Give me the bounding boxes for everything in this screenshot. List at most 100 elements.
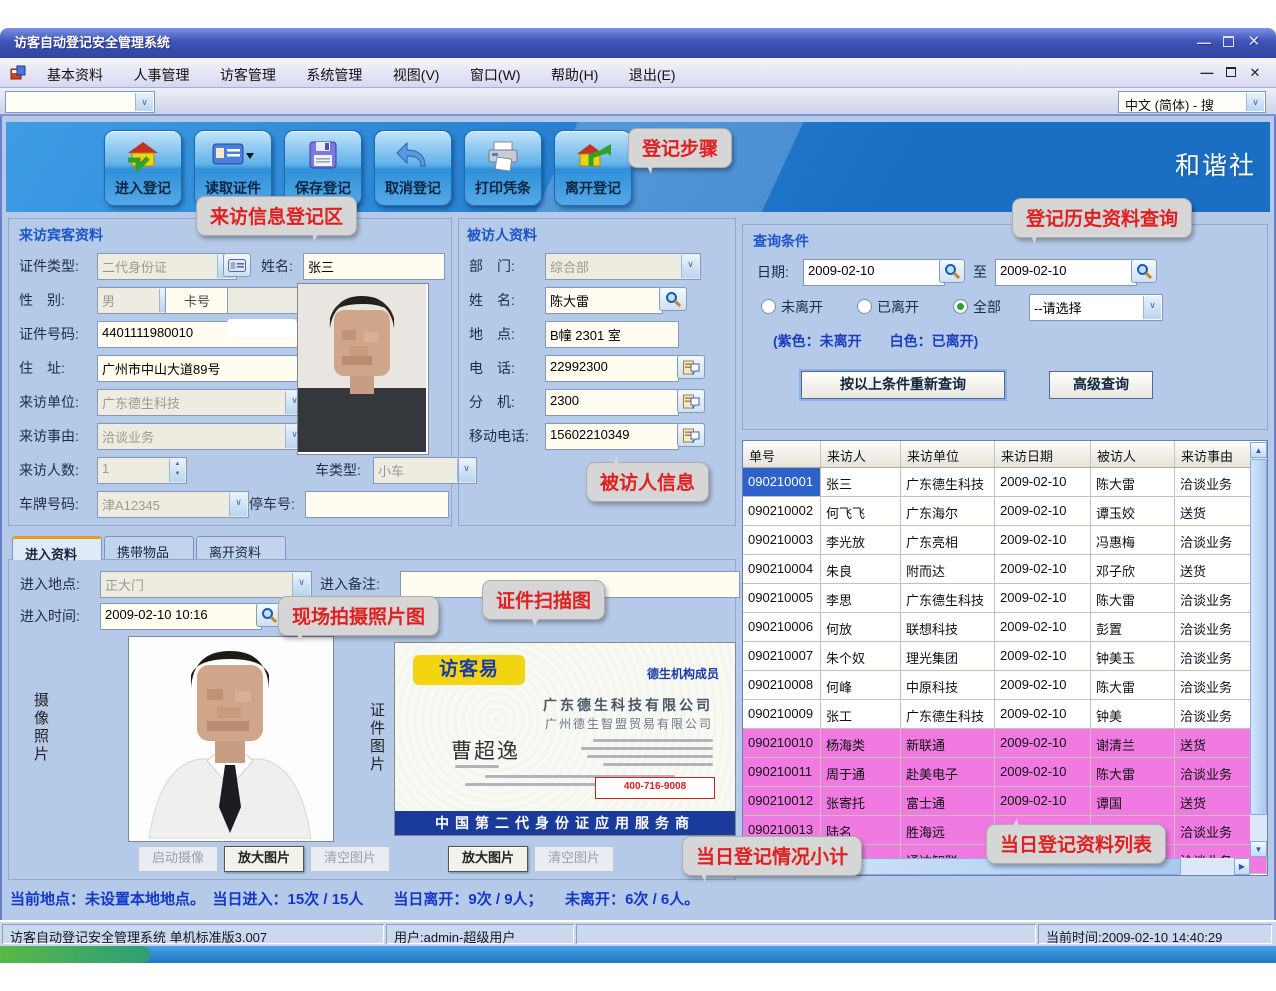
menu-view[interactable]: 视图(V) bbox=[380, 58, 453, 85]
radio-left[interactable]: 已离开 bbox=[857, 297, 919, 315]
table-header-cell[interactable]: 单号 bbox=[743, 441, 821, 467]
menu-basic-data[interactable]: 基本资料 bbox=[34, 58, 116, 85]
table-row[interactable]: 090210003李光放广东亮相2009-02-10冯惠梅洽谈业务 bbox=[743, 526, 1267, 555]
table-cell[interactable]: 李思 bbox=[821, 584, 901, 612]
scroll-right-icon[interactable]: ▶ bbox=[1234, 858, 1250, 875]
table-cell[interactable]: 090210011 bbox=[743, 758, 821, 786]
table-cell[interactable]: 2009-02-10 bbox=[995, 613, 1091, 641]
close-icon[interactable]: ✕ bbox=[1244, 35, 1264, 51]
search-person-button[interactable] bbox=[659, 287, 687, 311]
table-cell[interactable]: 2009-02-10 bbox=[995, 729, 1091, 757]
table-cell[interactable]: 附而达 bbox=[901, 555, 995, 583]
table-cell[interactable]: 陈大雷 bbox=[1091, 584, 1175, 612]
table-header-cell[interactable]: 来访单位 bbox=[901, 441, 995, 467]
menu-exit[interactable]: 退出(E) bbox=[616, 58, 689, 85]
table-row[interactable]: 090210011周于通赴美电子2009-02-10陈大雷洽谈业务 bbox=[743, 758, 1267, 787]
tab-carried-items[interactable]: 携带物品 bbox=[104, 536, 194, 560]
cert-type-combobox[interactable]: 二代身份证∨ bbox=[97, 253, 237, 280]
table-cell[interactable]: 2009-02-10 bbox=[995, 642, 1091, 670]
clear-cert-button[interactable]: 清空图片 bbox=[534, 846, 614, 872]
tab-entry-info[interactable]: 进入资料 bbox=[12, 536, 102, 560]
table-row[interactable]: 090210007朱个奴理光集团2009-02-10钟美玉洽谈业务 bbox=[743, 642, 1267, 671]
mobile-field[interactable]: 15602210349 bbox=[545, 423, 679, 450]
radio-all[interactable]: 全部 bbox=[953, 297, 1001, 315]
notify-mobile-button[interactable] bbox=[677, 423, 705, 447]
address-field[interactable]: 广州市中山大道89号 bbox=[97, 355, 299, 382]
table-cell[interactable]: 何放 bbox=[821, 613, 901, 641]
table-cell[interactable]: 090210002 bbox=[743, 497, 821, 525]
minimize-icon[interactable]: — bbox=[1194, 35, 1214, 51]
table-cell[interactable]: 朱良 bbox=[821, 555, 901, 583]
table-header-cell[interactable]: 来访人 bbox=[821, 441, 901, 467]
vertical-scroll-thumb[interactable] bbox=[1250, 459, 1267, 815]
clear-photo-button[interactable]: 清空图片 bbox=[310, 846, 390, 872]
phone-field[interactable]: 22992300 bbox=[545, 355, 679, 382]
ext-field[interactable]: 2300 bbox=[545, 389, 679, 416]
leave-register-button[interactable]: 离开登记 bbox=[554, 130, 632, 206]
table-cell[interactable]: 广东德生科技 bbox=[901, 468, 995, 496]
table-cell[interactable]: 090210009 bbox=[743, 700, 821, 728]
table-cell[interactable]: 钟美 bbox=[1091, 700, 1175, 728]
table-cell[interactable]: 2009-02-10 bbox=[995, 497, 1091, 525]
enter-register-button[interactable]: 进入登记 bbox=[104, 130, 182, 206]
table-cell[interactable]: 2009-02-10 bbox=[995, 700, 1091, 728]
table-cell[interactable]: 钟美玉 bbox=[1091, 642, 1175, 670]
notify-phone-button[interactable] bbox=[677, 355, 705, 379]
print-ticket-button[interactable]: 打印凭条 bbox=[464, 130, 542, 206]
card-no-field[interactable] bbox=[227, 287, 299, 314]
table-row[interactable]: 090210002何飞飞广东海尔2009-02-10谭玉姣送货 bbox=[743, 497, 1267, 526]
plate-combobox[interactable]: 津A12345∨ bbox=[97, 491, 249, 518]
table-cell[interactable]: 2009-02-10 bbox=[995, 584, 1091, 612]
table-cell[interactable]: 邓子欣 bbox=[1091, 555, 1175, 583]
chevron-down-icon[interactable]: ∨ bbox=[1246, 93, 1264, 111]
table-cell[interactable]: 090210012 bbox=[743, 787, 821, 815]
chevron-down-icon[interactable]: ∨ bbox=[135, 93, 153, 111]
company-combobox[interactable]: 广东德生科技∨ bbox=[97, 389, 305, 416]
table-cell[interactable]: 张工 bbox=[821, 700, 901, 728]
zoom-cert-button[interactable]: 放大图片 bbox=[448, 846, 528, 872]
dept-combobox[interactable]: 综合部∨ bbox=[545, 253, 701, 280]
menu-window[interactable]: 窗口(W) bbox=[457, 58, 534, 85]
spinner-arrows-icon[interactable]: ▲▼ bbox=[169, 459, 185, 482]
table-cell[interactable]: 2009-02-10 bbox=[995, 468, 1091, 496]
table-row[interactable]: 090210006何放联想科技2009-02-10彭置洽谈业务 bbox=[743, 613, 1267, 642]
table-cell[interactable]: 杨海类 bbox=[821, 729, 901, 757]
table-row[interactable]: 090210009张工广东德生科技2009-02-10钟美洽谈业务 bbox=[743, 700, 1267, 729]
language-bar[interactable]: 中文 (简体) - 搜 ∨ bbox=[1118, 91, 1266, 113]
date-to-picker-button[interactable] bbox=[1131, 259, 1157, 283]
entry-place-combobox[interactable]: 正大门∨ bbox=[100, 571, 312, 598]
restore-icon[interactable] bbox=[1218, 35, 1238, 51]
visitor-name-field[interactable]: 张三 bbox=[303, 253, 445, 280]
table-cell[interactable]: 赴美电子 bbox=[901, 758, 995, 786]
menu-hr[interactable]: 人事管理 bbox=[120, 58, 202, 85]
table-cell[interactable]: 理光集团 bbox=[901, 642, 995, 670]
date-from-field[interactable]: 2009-02-10 bbox=[803, 259, 945, 286]
table-cell[interactable]: 冯惠梅 bbox=[1091, 526, 1175, 554]
menu-help[interactable]: 帮助(H) bbox=[538, 58, 611, 85]
table-cell[interactable]: 何峰 bbox=[821, 671, 901, 699]
table-header-cell[interactable]: 来访日期 bbox=[995, 441, 1091, 467]
scroll-up-icon[interactable]: ▲ bbox=[1250, 442, 1267, 458]
table-cell[interactable]: 陈大雷 bbox=[1091, 758, 1175, 786]
notify-ext-button[interactable] bbox=[677, 389, 705, 413]
quick-select-combobox[interactable]: ∨ bbox=[5, 91, 155, 113]
table-cell[interactable]: 新联通 bbox=[901, 729, 995, 757]
entry-time-field[interactable]: 2009-02-10 10:16 bbox=[100, 603, 262, 630]
table-cell[interactable]: 090210003 bbox=[743, 526, 821, 554]
table-cell[interactable]: 张三 bbox=[821, 468, 901, 496]
table-cell[interactable]: 谢清兰 bbox=[1091, 729, 1175, 757]
reason-combobox[interactable]: 洽谈业务∨ bbox=[97, 423, 305, 450]
table-cell[interactable]: 090210005 bbox=[743, 584, 821, 612]
filter-select-combobox[interactable]: --请选择∨ bbox=[1029, 294, 1163, 321]
table-cell[interactable]: 胜海远 bbox=[901, 816, 995, 844]
table-cell[interactable]: 李光放 bbox=[821, 526, 901, 554]
menu-visitor[interactable]: 访客管理 bbox=[207, 58, 289, 85]
table-header-cell[interactable]: 被访人 bbox=[1091, 441, 1175, 467]
child-minimize-icon[interactable]: — bbox=[1198, 66, 1216, 81]
radio-not-left[interactable]: 未离开 bbox=[761, 297, 823, 315]
scroll-down-icon[interactable]: ▼ bbox=[1250, 841, 1267, 857]
table-cell[interactable]: 090210008 bbox=[743, 671, 821, 699]
table-cell[interactable]: 何飞飞 bbox=[821, 497, 901, 525]
table-cell[interactable]: 张寄托 bbox=[821, 787, 901, 815]
parking-field[interactable] bbox=[305, 491, 449, 518]
